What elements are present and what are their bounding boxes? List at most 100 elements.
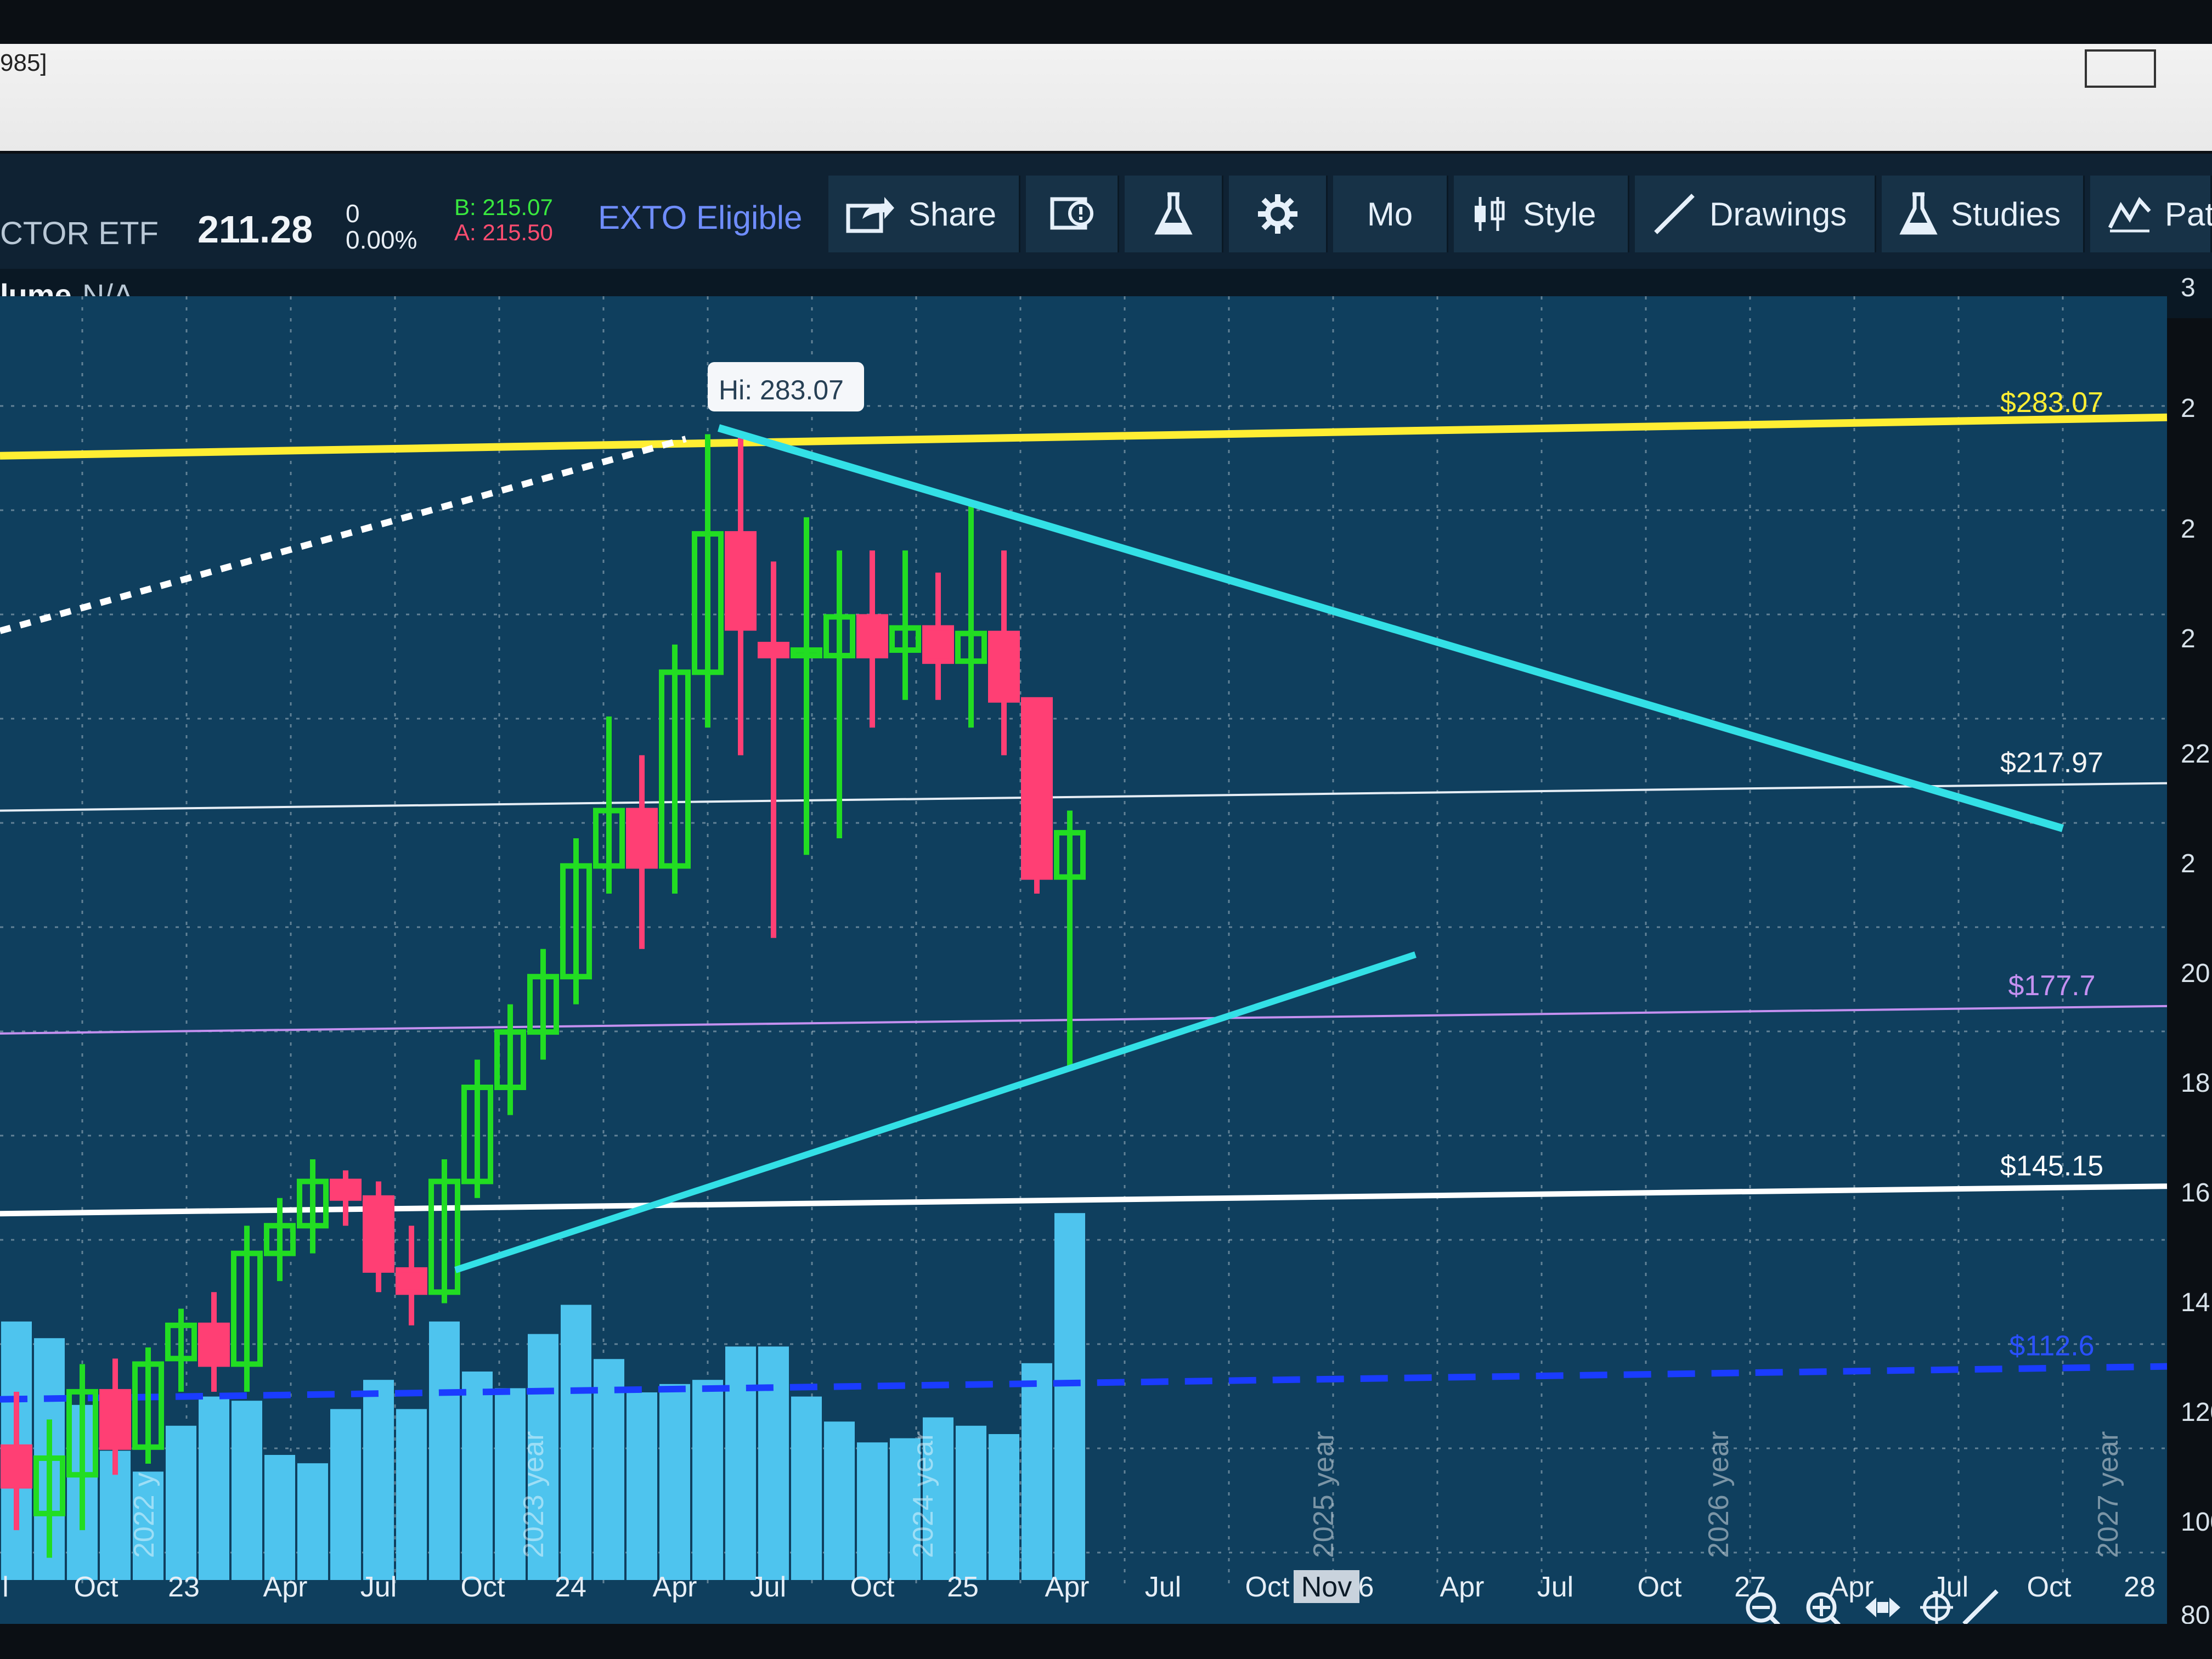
flask-button[interactable] <box>1125 176 1223 252</box>
gear-icon <box>1257 194 1297 234</box>
alert-button[interactable] <box>1026 176 1119 252</box>
volume-bar <box>429 1321 460 1580</box>
volume-bar <box>166 1425 196 1580</box>
studies-button[interactable]: Studies <box>1882 176 2085 252</box>
scrollbar-area[interactable] <box>0 1624 2212 1659</box>
right-axis-label: 2 <box>2181 624 2196 653</box>
volume-bar <box>396 1409 427 1580</box>
candle-body <box>198 1322 230 1367</box>
volume-bar <box>330 1409 361 1580</box>
time-axis-label: Apr <box>653 1571 697 1603</box>
patterns-button[interactable]: Pat <box>2090 176 2212 252</box>
right-axis-label: 22 <box>2181 740 2210 769</box>
price-chart[interactable]: Hi: 283.07 $283.07 $217.97 $177.7 $145.15 $1… <box>0 263 2212 1624</box>
volume-bar <box>725 1346 756 1580</box>
year-label: 2026 year <box>1703 1431 1735 1558</box>
time-axis-label: 28 <box>2124 1571 2155 1603</box>
aggregation-label: Mo <box>1367 195 1413 233</box>
volume-bar <box>561 1305 591 1580</box>
right-axis-label: 100 <box>2181 1508 2212 1537</box>
ask-price: A: 215.50 <box>454 219 553 245</box>
candle-body <box>1021 697 1053 880</box>
candle-body <box>988 630 1020 703</box>
right-price-axis: 32222222018161412010080 <box>2181 273 2212 1624</box>
year-label: 2023 year <box>518 1431 550 1558</box>
time-axis-label: Oct <box>1638 1571 1682 1603</box>
style-button[interactable]: Style <box>1454 176 1629 252</box>
volume-bar <box>232 1401 262 1580</box>
symbol-description: CTOR ETF <box>0 216 159 251</box>
time-axis-label: Nov <box>1301 1571 1352 1603</box>
right-axis-label: 14 <box>2181 1288 2210 1317</box>
volume-bar <box>363 1380 394 1580</box>
net-change-pct: 0.00% <box>346 225 417 254</box>
price-level-label: $283.07 <box>2000 387 2103 419</box>
candle-body <box>1 1444 32 1489</box>
flask-icon <box>1154 192 1193 235</box>
time-axis-label: l <box>2 1571 9 1603</box>
maximize-button[interactable] <box>2085 49 2156 88</box>
right-axis-label: 2 <box>2181 515 2196 544</box>
style-label: Style <box>1523 195 1596 233</box>
share-button[interactable]: Share <box>828 176 1020 252</box>
candle-body <box>758 641 789 659</box>
volume-bar <box>956 1425 986 1580</box>
window-titlebar <box>0 44 2212 151</box>
candles-icon <box>1475 197 1505 231</box>
time-axis-label: Jul <box>1537 1571 1573 1603</box>
candle-body <box>363 1195 394 1273</box>
time-axis-label: 23 <box>168 1571 200 1603</box>
volume-bar <box>1022 1363 1052 1580</box>
time-axis-label: 6 <box>1358 1571 1374 1603</box>
volume-bar <box>791 1396 822 1580</box>
price-level-label: $217.97 <box>2000 747 2103 779</box>
candle-body <box>922 625 954 664</box>
right-axis-label: 18 <box>2181 1069 2210 1098</box>
volume-bar <box>659 1384 690 1580</box>
candle-body <box>99 1389 131 1450</box>
right-axis-label: 2 <box>2181 849 2196 878</box>
settings-button[interactable] <box>1229 176 1328 252</box>
time-axis-label: Jul <box>1145 1571 1181 1603</box>
pattern-icon <box>2108 196 2151 233</box>
time-axis-label: Oct <box>850 1571 895 1603</box>
volume-bar <box>989 1434 1019 1580</box>
candle-body <box>396 1267 427 1295</box>
right-axis-label: 16 <box>2181 1178 2210 1207</box>
studies-label: Studies <box>1951 195 2061 233</box>
patterns-label: Pat <box>2165 195 2212 233</box>
exto-eligible-link[interactable]: EXTO Eligible <box>598 199 802 236</box>
volume-bar <box>264 1455 295 1580</box>
right-axis-label: 120 <box>2181 1398 2212 1427</box>
candle-body <box>725 531 757 631</box>
candle-body <box>856 614 888 659</box>
drawings-label: Drawings <box>1709 195 1847 233</box>
time-axis-label: Apr <box>1440 1571 1485 1603</box>
year-label: 2022 y <box>128 1472 160 1558</box>
studies-flask-icon <box>1899 192 1938 235</box>
candle-body <box>330 1178 362 1201</box>
volume-bar <box>692 1380 723 1580</box>
year-label: 2027 year <box>2092 1431 2124 1558</box>
volume-bar <box>857 1442 888 1580</box>
aggregation-button[interactable]: Mo <box>1333 176 1448 252</box>
price-level-label: $145.15 <box>2000 1150 2103 1182</box>
right-axis-label: 80 <box>2181 1601 2210 1624</box>
time-axis-label: 24 <box>555 1571 586 1603</box>
year-label: 2024 year <box>907 1431 939 1558</box>
time-axis-label: 25 <box>947 1571 979 1603</box>
volume-bar <box>1054 1213 1085 1580</box>
window-title: 985] <box>0 49 47 76</box>
share-icon <box>846 197 894 233</box>
time-axis-label: Jul <box>750 1571 786 1603</box>
drawings-button[interactable]: Drawings <box>1635 176 1876 252</box>
net-change: 0 <box>346 199 360 228</box>
alert-icon <box>1050 197 1093 230</box>
bid-price: B: 215.07 <box>454 194 553 220</box>
year-label: 2025 year <box>1308 1431 1340 1558</box>
right-axis-label: 2 <box>2181 394 2196 423</box>
time-axis-label: Oct <box>74 1571 119 1603</box>
time-axis-label: Apr <box>1045 1571 1090 1603</box>
volume-bar <box>627 1392 657 1580</box>
time-axis-label: Jul <box>360 1571 397 1603</box>
